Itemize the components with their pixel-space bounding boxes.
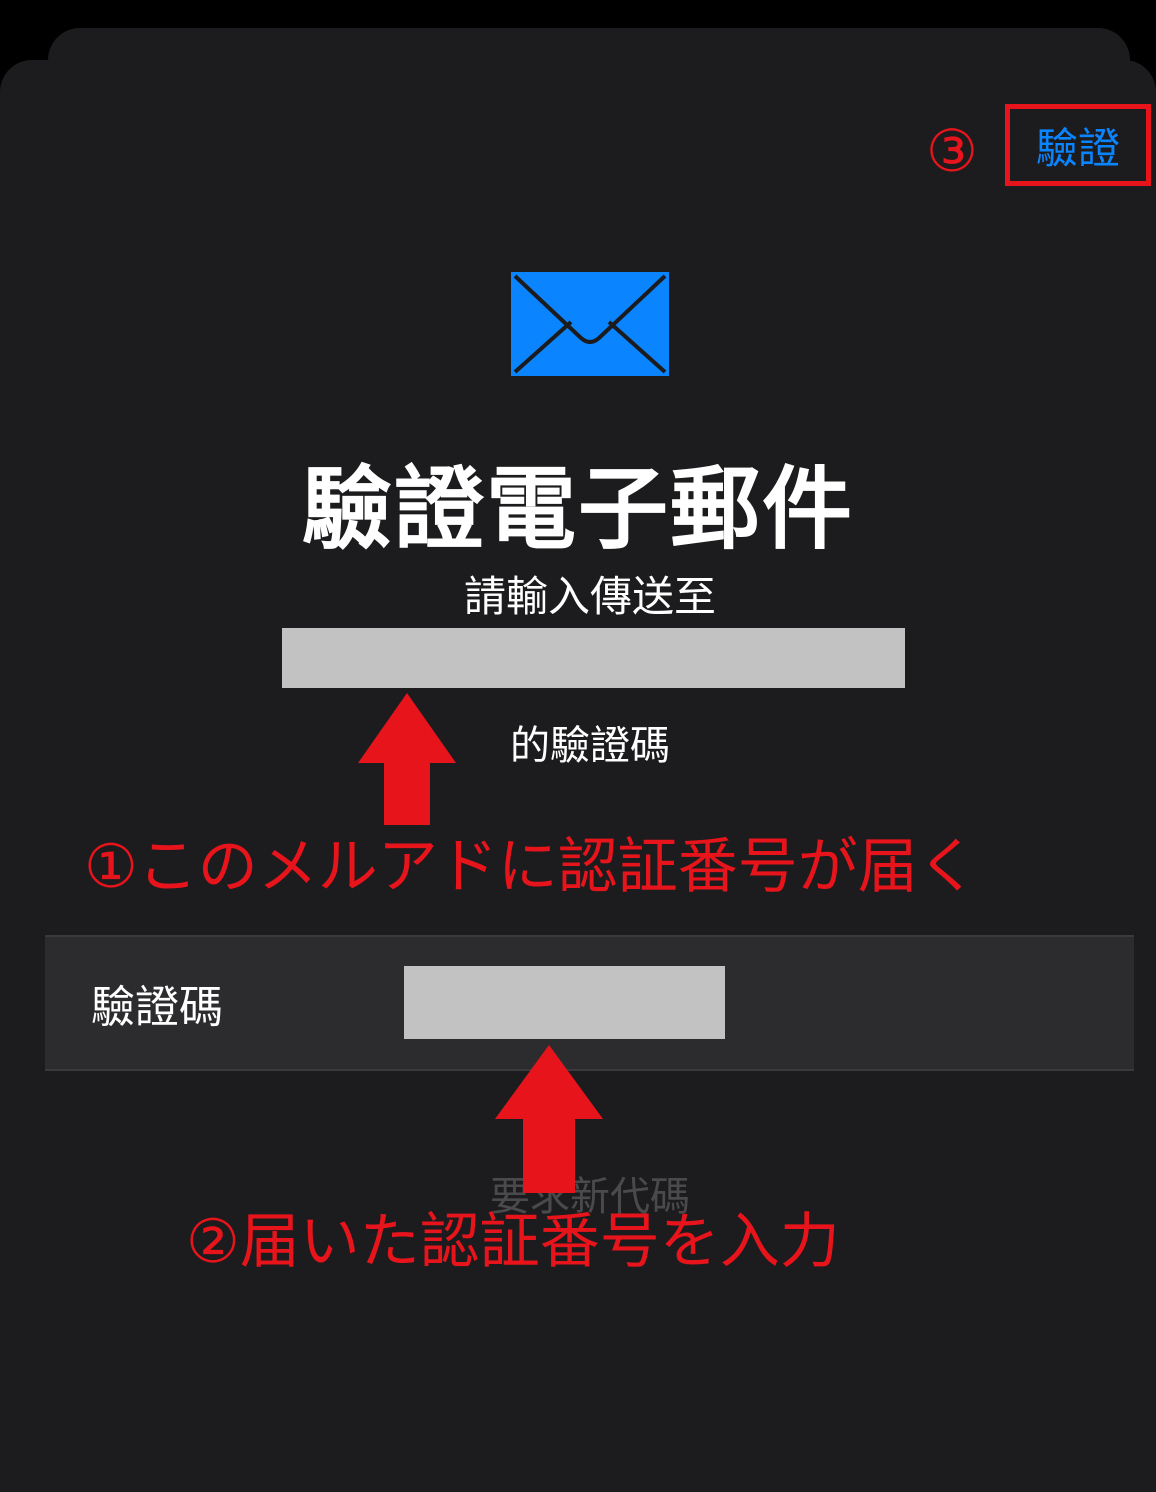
annotation-note-2: ②届いた認証番号を入力 (186, 1207, 840, 1277)
envelope-icon (511, 272, 669, 376)
screen: ③ 驗證 驗證電子郵件 請輸入傳送至 的驗證碼 ①このメルアドに認証番号が届く … (0, 0, 1156, 1492)
verify-highlight-box (1005, 104, 1151, 186)
annotation-note-1: ①このメルアドに認証番号が届く (84, 832, 978, 902)
redacted-email-address (282, 628, 905, 688)
instruction-text-after: 的驗證碼 (510, 723, 670, 769)
instruction-text-before: 請輸入傳送至 (463, 572, 716, 621)
step3-marker: ③ (926, 117, 978, 185)
page-title: 驗證電子郵件 (302, 457, 854, 562)
code-field-label: 驗證碼 (91, 982, 223, 1033)
annotation-arrow-up-2 (495, 1045, 603, 1193)
verification-code-input[interactable] (404, 966, 725, 1039)
annotation-arrow-up-1 (358, 693, 456, 825)
